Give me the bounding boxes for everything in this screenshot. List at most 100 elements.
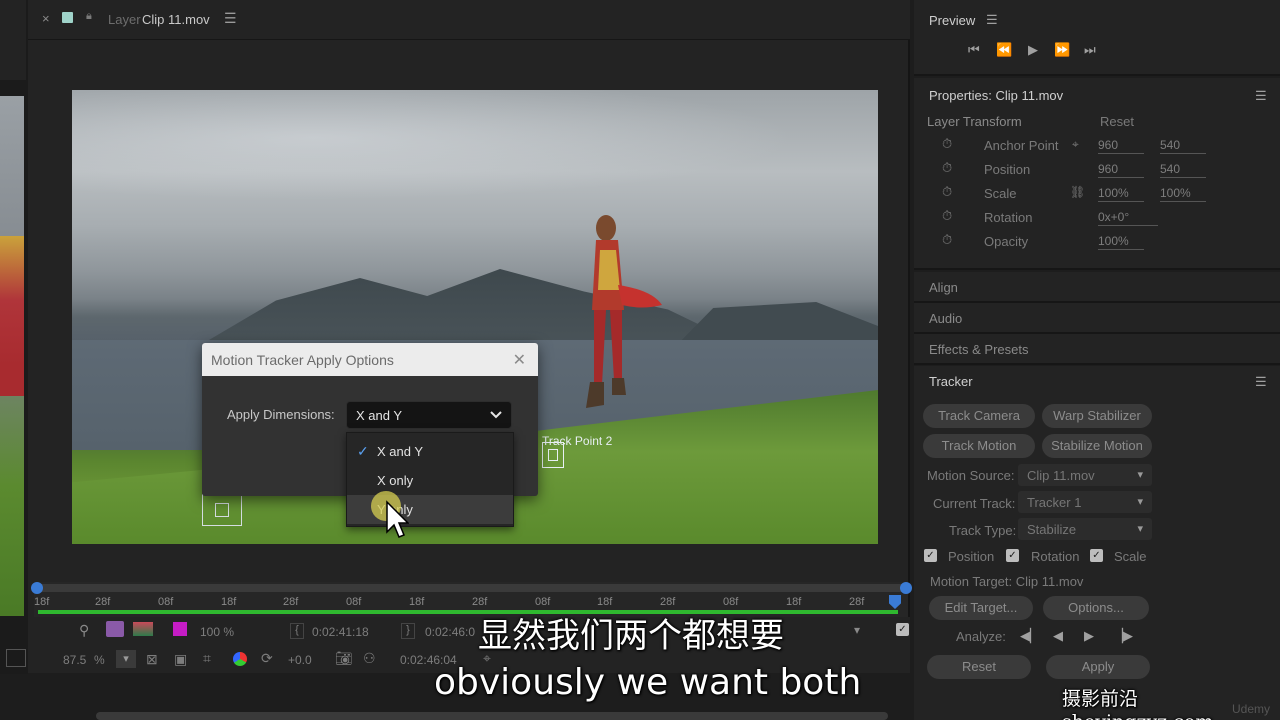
link-icon[interactable]: ⛓ — [1070, 185, 1085, 199]
effects-presets-panel[interactable]: Effects & Presets — [914, 334, 1280, 365]
layer-tab-title[interactable]: Clip 11.mov — [142, 12, 210, 27]
label-color-swatch[interactable] — [62, 12, 73, 23]
close-tab-icon[interactable]: × — [42, 11, 50, 26]
hamburger-icon[interactable]: ☰ — [224, 10, 237, 27]
stopwatch-icon[interactable]: ⏱ — [942, 208, 952, 224]
hamburger-icon[interactable]: ☰ — [986, 12, 998, 28]
effects-presets-panel-title: Effects & Presets — [929, 342, 1029, 357]
scale-y[interactable]: 100% — [1160, 186, 1206, 202]
anchor-target-icon[interactable]: ⌖ — [1072, 137, 1079, 152]
puppet-icon[interactable]: ⚲ — [79, 622, 89, 639]
properties-title: Properties: Clip 11.mov — [929, 88, 1064, 103]
work-area-end-handle[interactable] — [900, 582, 912, 594]
tick-label: 18f — [221, 596, 237, 608]
properties-panel: Properties: Clip 11.mov ☰ Layer Transfor… — [914, 78, 1280, 270]
track-point-2-label: Track Point 2 — [542, 434, 613, 448]
zoom-percent[interactable]: 100 % — [200, 625, 234, 639]
toggle-view-icon[interactable] — [6, 649, 26, 667]
exposure-reset-icon[interactable]: ⟳ — [261, 650, 273, 667]
in-point-icon[interactable]: { — [290, 623, 304, 639]
reset-button[interactable]: Reset — [927, 655, 1031, 679]
next-frame-icon[interactable]: ⏩ — [1054, 42, 1070, 58]
hamburger-icon[interactable]: ☰ — [1255, 374, 1267, 390]
person-highlight-icon[interactable] — [106, 621, 124, 637]
hamburger-icon[interactable]: ☰ — [1255, 88, 1267, 104]
warp-stabilizer-button[interactable]: Warp Stabilizer — [1042, 404, 1152, 428]
audio-panel[interactable]: Audio — [914, 303, 1280, 334]
menu-item-x-and-y[interactable]: ✓ X and Y — [347, 437, 513, 466]
safe-margins-icon[interactable]: ▣ — [174, 651, 187, 668]
show-snapshot-icon[interactable]: ⚇ — [363, 650, 376, 667]
fit-icon[interactable]: ⊠ — [146, 651, 158, 668]
previous-frame-icon[interactable]: ⏪ — [996, 42, 1012, 58]
motion-source-value: Clip 11.mov — [1027, 468, 1095, 483]
stopwatch-icon[interactable]: ⏱ — [942, 160, 952, 176]
stabilize-motion-button[interactable]: Stabilize Motion — [1042, 434, 1152, 458]
track-camera-button[interactable]: Track Camera — [923, 404, 1035, 428]
app-window: × 🔒︎ Layer Clip 11.mov ☰ Track Point 2 M… — [0, 0, 1280, 720]
color-swatch-icon[interactable] — [133, 622, 153, 636]
rotation-checkbox[interactable]: ✓ — [1006, 549, 1019, 562]
close-icon[interactable]: ✕ — [513, 350, 526, 370]
current-track-select[interactable]: Tracker 1 ▾ — [1018, 491, 1152, 513]
mask-color-icon[interactable] — [173, 622, 187, 636]
anchor-point-x[interactable]: 960 — [1098, 138, 1144, 154]
analyze-frame-forward-icon[interactable]: ▕▶ — [1113, 628, 1133, 644]
last-frame-icon[interactable]: ⏭ — [1084, 42, 1096, 58]
tick-label: 28f — [95, 596, 111, 608]
anchor-point-y[interactable]: 540 — [1160, 138, 1206, 154]
scale-x[interactable]: 100% — [1098, 186, 1144, 202]
tick-label: 28f — [472, 596, 488, 608]
grid-icon[interactable]: ⌗ — [203, 650, 211, 667]
camera-icon[interactable]: 📷︎ — [335, 650, 353, 667]
stopwatch-icon[interactable]: ⏱ — [942, 184, 952, 200]
apply-dimensions-select[interactable]: X and Y — [346, 401, 512, 429]
exposure-value[interactable]: +0.0 — [288, 653, 312, 667]
play-icon[interactable]: ▶ — [1028, 42, 1038, 58]
playhead-icon[interactable] — [889, 595, 901, 609]
scale-checkbox[interactable]: ✓ — [1090, 549, 1103, 562]
opacity-value[interactable]: 100% — [1098, 234, 1144, 250]
first-frame-icon[interactable]: ⏮ — [968, 42, 980, 58]
time-out[interactable]: 0:02:46:0 — [425, 625, 475, 639]
out-point-icon[interactable]: } — [401, 623, 415, 639]
options-button[interactable]: Options... — [1043, 596, 1149, 620]
view-checkbox[interactable]: ✓ — [896, 623, 909, 636]
magnification-value[interactable]: 87.5 — [63, 653, 86, 667]
analyze-backward-icon[interactable]: ◀ — [1053, 628, 1063, 644]
track-motion-button[interactable]: Track Motion — [923, 434, 1035, 458]
track-type-select[interactable]: Stabilize ▾ — [1018, 518, 1152, 540]
analyze-back-icon[interactable]: ◀▏ — [1020, 628, 1040, 644]
apply-button[interactable]: Apply — [1046, 655, 1150, 679]
position-checkbox[interactable]: ✓ — [924, 549, 937, 562]
preview-title: Preview — [929, 13, 976, 28]
motion-source-select[interactable]: Clip 11.mov ▾ — [1018, 464, 1152, 486]
edit-target-button[interactable]: Edit Target... — [929, 596, 1033, 620]
layer-transform-heading: Layer Transform — [927, 114, 1022, 129]
align-panel[interactable]: Align — [914, 272, 1280, 303]
reset-link[interactable]: Reset — [1100, 114, 1134, 129]
position-x[interactable]: 960 — [1098, 162, 1144, 178]
timeline-scrollbar[interactable] — [96, 712, 888, 720]
subtitle-english: obviously we want both — [434, 662, 862, 703]
sky-clouds — [72, 90, 878, 210]
scale-check-label: Scale — [1114, 549, 1147, 564]
position-y[interactable]: 540 — [1160, 162, 1206, 178]
tick-label: 18f — [409, 596, 425, 608]
channels-icon[interactable] — [233, 652, 247, 666]
track-point-1-box[interactable] — [202, 494, 242, 526]
rotation-value[interactable]: 0x+0° — [1098, 210, 1158, 226]
magnification-dropdown-icon[interactable]: ▾ — [116, 650, 136, 668]
time-in[interactable]: 0:02:41:18 — [312, 625, 369, 639]
chevron-down-icon[interactable]: ▾ — [854, 623, 860, 637]
rotation-label: Rotation — [984, 210, 1033, 225]
mouse-cursor-icon — [386, 500, 409, 538]
lock-icon[interactable]: 🔒︎ — [86, 10, 92, 23]
work-area-start-handle[interactable] — [31, 582, 43, 594]
stopwatch-icon[interactable]: ⏱ — [942, 232, 952, 248]
apply-dimensions-menu: ✓ X and Y X only Y only — [346, 432, 514, 527]
menu-item-x-only[interactable]: X only — [347, 466, 513, 495]
tick-label: 18f — [597, 596, 613, 608]
stopwatch-icon[interactable]: ⏱ — [942, 136, 952, 152]
analyze-forward-icon[interactable]: ▶ — [1084, 628, 1094, 644]
